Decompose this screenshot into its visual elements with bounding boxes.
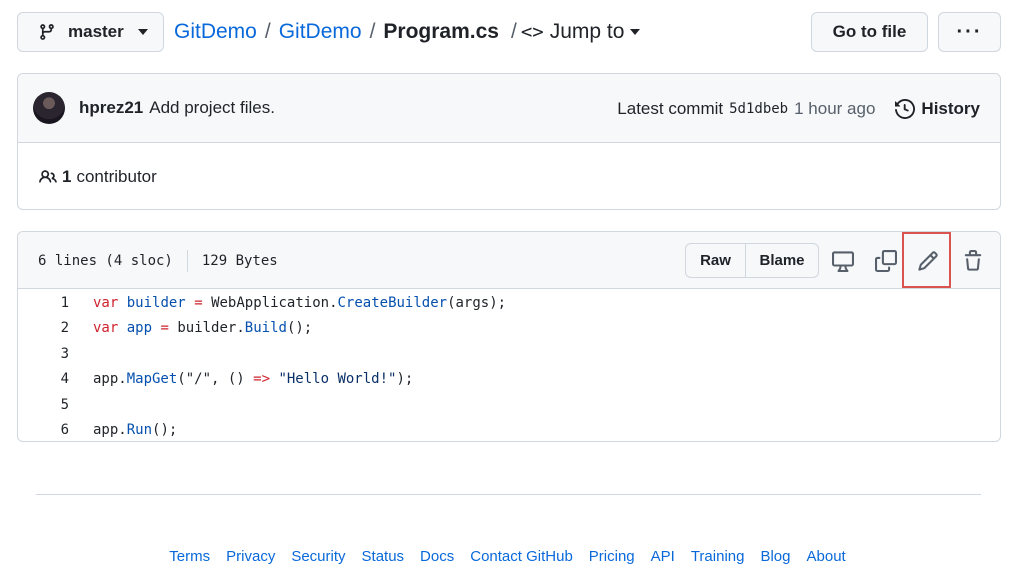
footer-divider — [36, 494, 981, 495]
line-count: 6 lines (4 sloc) — [38, 252, 173, 269]
commit-sha-link[interactable]: 5d1dbeb — [729, 101, 788, 117]
trash-icon — [964, 249, 982, 271]
footer-link-pricing[interactable]: Pricing — [589, 548, 635, 565]
breadcrumb: GitDemo / GitDemo / Program.cs / <> Jump… — [174, 12, 641, 52]
avatar[interactable] — [33, 92, 65, 124]
footer-link-contact[interactable]: Contact GitHub — [470, 548, 573, 565]
git-branch-icon — [40, 24, 54, 40]
display-source-button[interactable] — [828, 232, 858, 289]
breadcrumb-owner-link[interactable]: GitDemo — [174, 20, 257, 44]
jump-to-label: Jump to — [549, 20, 625, 43]
code-content: var app = builder.Build(); — [93, 320, 313, 337]
code-icon: <> — [520, 21, 544, 43]
commit-author-link[interactable]: hprez21 — [79, 98, 143, 118]
history-label: History — [921, 98, 980, 118]
copy-icon — [875, 249, 897, 272]
code-view: 1 var builder = WebApplication.CreateBui… — [18, 289, 1000, 442]
code-content: app.MapGet("/", () => "Hello World!"); — [93, 371, 414, 388]
raw-blame-group: Raw Blame — [685, 243, 819, 278]
footer-links: Terms Privacy Security Status Docs Conta… — [0, 548, 1015, 565]
contributor-label: contributor — [76, 166, 157, 186]
commit-box: hprez21 Add project files. Latest commit… — [17, 73, 1001, 210]
footer-link-training[interactable]: Training — [691, 548, 745, 565]
commit-meta: Latest commit 5d1dbeb 1 hour ago History — [617, 74, 980, 143]
code-line: 1 var builder = WebApplication.CreateBui… — [18, 290, 1000, 316]
commit-time: 1 hour ago — [794, 98, 876, 118]
code-line: 4 app.MapGet("/", () => "Hello World!"); — [18, 367, 1000, 393]
blame-button[interactable]: Blame — [746, 244, 818, 277]
file-info: 6 lines (4 sloc) 129 Bytes — [38, 232, 278, 289]
desktop-icon — [832, 250, 854, 272]
code-line: 2 var app = builder.Build(); — [18, 316, 1000, 342]
divider — [186, 249, 188, 272]
breadcrumb-separator: / — [369, 20, 376, 43]
file-viewer: 6 lines (4 sloc) 129 Bytes Raw Blame 1 v… — [17, 231, 1001, 442]
history-icon — [895, 98, 916, 119]
code-line: 3 — [18, 341, 1000, 367]
copy-button[interactable] — [871, 232, 901, 289]
code-line: 6 app.Run(); — [18, 418, 1000, 442]
chevron-down-icon — [630, 29, 641, 35]
contributor-count: 1 — [62, 166, 72, 186]
branch-selector-button[interactable]: master — [17, 12, 164, 52]
breadcrumb-separator: / — [264, 20, 271, 43]
code-content: app.Run(); — [93, 422, 178, 439]
footer-link-status[interactable]: Status — [362, 548, 405, 565]
footer-link-about[interactable]: About — [807, 548, 846, 565]
file-header: 6 lines (4 sloc) 129 Bytes Raw Blame — [18, 232, 1000, 289]
breadcrumb-repo-link[interactable]: GitDemo — [279, 20, 362, 44]
breadcrumb-separator: / — [510, 20, 517, 43]
people-icon — [39, 169, 57, 183]
code-content: var builder = WebApplication.CreateBuild… — [93, 294, 507, 311]
footer-link-docs[interactable]: Docs — [420, 548, 454, 565]
latest-commit-label: Latest commit — [617, 98, 724, 118]
latest-commit-header: hprez21 Add project files. Latest commit… — [18, 74, 1000, 143]
line-number[interactable]: 6 — [18, 422, 69, 438]
file-size: 129 Bytes — [201, 252, 278, 269]
edit-button-highlight — [902, 232, 951, 288]
line-number[interactable]: 1 — [18, 295, 69, 311]
commit-message-link[interactable]: Add project files. — [149, 98, 275, 118]
breadcrumb-file-name: Program.cs — [383, 20, 499, 43]
delete-file-button[interactable] — [958, 232, 988, 289]
footer-link-privacy[interactable]: Privacy — [226, 548, 275, 565]
code-line: 5 — [18, 392, 1000, 418]
branch-name: master — [68, 22, 124, 41]
raw-button[interactable]: Raw — [686, 244, 746, 277]
more-options-button[interactable]: ··· — [938, 12, 1001, 52]
go-to-file-button[interactable]: Go to file — [811, 12, 928, 52]
jump-to-dropdown[interactable]: / <> Jump to — [510, 20, 641, 44]
chevron-down-icon — [137, 29, 148, 35]
top-bar: master GitDemo / GitDemo / Program.cs / … — [17, 12, 1001, 52]
line-number[interactable]: 4 — [18, 371, 69, 387]
footer-link-api[interactable]: API — [651, 548, 675, 565]
footer-link-terms[interactable]: Terms — [169, 548, 210, 565]
contributors-row[interactable]: 1 contributor — [18, 143, 1000, 209]
line-number[interactable]: 2 — [18, 320, 69, 336]
line-number[interactable]: 3 — [18, 346, 69, 362]
history-link[interactable]: History — [895, 99, 980, 119]
footer-link-security[interactable]: Security — [291, 548, 345, 565]
footer-link-blog[interactable]: Blog — [760, 548, 790, 565]
line-number[interactable]: 5 — [18, 397, 69, 413]
